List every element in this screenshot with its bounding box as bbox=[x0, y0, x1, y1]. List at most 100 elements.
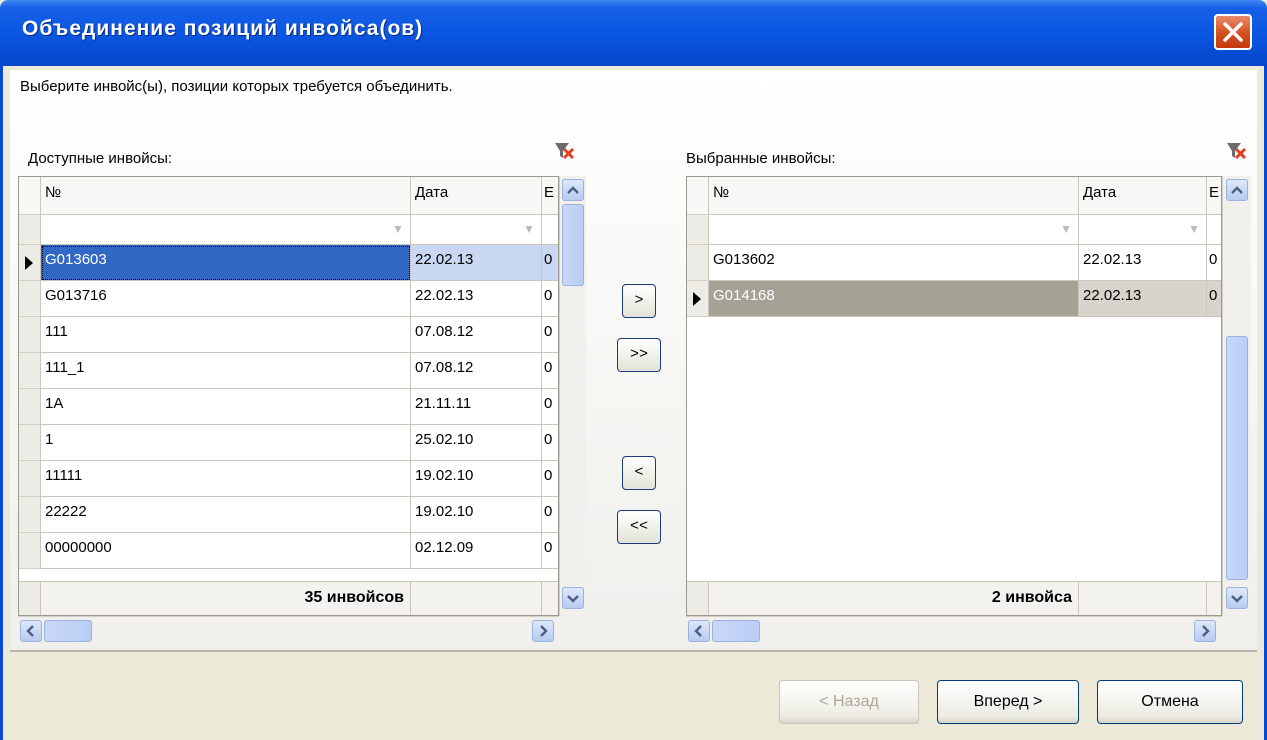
table-row-cell-number[interactable]: 22222 bbox=[41, 497, 411, 533]
scroll-left-button[interactable] bbox=[688, 620, 710, 642]
table-row-cell-number[interactable]: 111 bbox=[41, 317, 411, 353]
cancel-button[interactable]: Отмена bbox=[1097, 680, 1243, 724]
selected-vertical-scrollbar[interactable] bbox=[1222, 176, 1251, 616]
row-header-corner bbox=[19, 177, 41, 215]
table-row-cell-date[interactable]: 21.11.11 bbox=[411, 389, 542, 425]
table-row-cell-date[interactable]: 19.02.10 bbox=[411, 497, 542, 533]
table-row-cell-number[interactable]: G013603 bbox=[41, 245, 411, 281]
scroll-down-button[interactable] bbox=[1226, 587, 1248, 609]
chevron-down-icon: ▼ bbox=[523, 222, 535, 236]
table-row-cell-date[interactable]: 02.12.09 bbox=[411, 533, 542, 569]
filter-row-header bbox=[19, 215, 41, 245]
row-header[interactable] bbox=[19, 389, 41, 425]
table-row-cell-extra[interactable]: 0 bbox=[1207, 281, 1221, 317]
row-header[interactable] bbox=[19, 461, 41, 497]
close-button[interactable] bbox=[1214, 14, 1252, 50]
add-one-button[interactable]: > bbox=[622, 284, 656, 318]
scroll-thumb[interactable] bbox=[44, 620, 92, 642]
column-header-number[interactable]: № bbox=[709, 177, 1079, 215]
table-row-cell-extra[interactable]: 0 bbox=[542, 245, 558, 281]
column-header-date[interactable]: Дата bbox=[411, 177, 542, 215]
chevron-right-icon bbox=[1202, 625, 1210, 637]
row-header-corner bbox=[687, 177, 709, 215]
row-header[interactable] bbox=[19, 425, 41, 461]
table-row-cell-extra[interactable]: 0 bbox=[542, 497, 558, 533]
row-header[interactable] bbox=[19, 281, 41, 317]
add-all-button[interactable]: >> bbox=[617, 338, 661, 372]
clear-filter-icon[interactable] bbox=[1225, 140, 1247, 162]
clear-filter-icon[interactable] bbox=[553, 140, 575, 162]
table-row-cell-date[interactable]: 25.02.10 bbox=[411, 425, 542, 461]
table-row-cell-date[interactable]: 07.08.12 bbox=[411, 317, 542, 353]
filter-extra[interactable] bbox=[542, 215, 558, 245]
filter-date[interactable]: ▼ bbox=[1079, 215, 1207, 245]
remove-one-button[interactable]: < bbox=[622, 456, 656, 490]
table-row-cell-extra[interactable]: 0 bbox=[542, 425, 558, 461]
column-header-extra[interactable]: E bbox=[542, 177, 558, 215]
filter-number[interactable]: ▼ bbox=[41, 215, 411, 245]
table-row-cell-number[interactable]: G013716 bbox=[41, 281, 411, 317]
table-row-cell-date[interactable]: 22.02.13 bbox=[1079, 245, 1207, 281]
selected-invoices-grid: № Дата E ▼ ▼ G013602 22.02.13 0 G014168 … bbox=[686, 176, 1222, 616]
title-bar: Объединение позиций инвойса(ов) bbox=[0, 0, 1267, 66]
chevron-left-icon bbox=[26, 625, 34, 637]
column-header-date[interactable]: Дата bbox=[1079, 177, 1207, 215]
row-header[interactable] bbox=[19, 317, 41, 353]
back-button[interactable]: < Назад bbox=[779, 680, 919, 724]
table-row-cell-number[interactable]: 11111 bbox=[41, 461, 411, 497]
close-icon bbox=[1223, 22, 1243, 42]
selected-horizontal-scrollbar[interactable] bbox=[686, 616, 1222, 644]
table-row-cell-number[interactable]: 1A bbox=[41, 389, 411, 425]
footer-date bbox=[1079, 582, 1207, 615]
filter-date[interactable]: ▼ bbox=[411, 215, 542, 245]
table-row-cell-extra[interactable]: 0 bbox=[542, 281, 558, 317]
table-row-cell-number[interactable]: G014168 bbox=[709, 281, 1079, 317]
table-row-cell-extra[interactable]: 0 bbox=[542, 461, 558, 497]
scroll-up-button[interactable] bbox=[562, 179, 584, 201]
table-row-cell-date[interactable]: 19.02.10 bbox=[411, 461, 542, 497]
chevron-down-icon: ▼ bbox=[1188, 222, 1200, 236]
row-header[interactable] bbox=[19, 353, 41, 389]
remove-all-button[interactable]: << bbox=[617, 510, 661, 544]
scroll-right-button[interactable] bbox=[1194, 620, 1216, 642]
table-row-cell-date[interactable]: 22.02.13 bbox=[411, 245, 542, 281]
row-header[interactable] bbox=[19, 245, 41, 281]
window-title: Объединение позиций инвойса(ов) bbox=[22, 17, 424, 40]
footer-invoice-count: 35 инвойсов bbox=[41, 582, 411, 615]
row-header[interactable] bbox=[19, 533, 41, 569]
column-header-extra[interactable]: E bbox=[1207, 177, 1221, 215]
chevron-down-icon bbox=[1231, 595, 1243, 603]
available-invoices-label: Доступные инвойсы: bbox=[28, 150, 173, 167]
table-row-cell-number[interactable]: 111_1 bbox=[41, 353, 411, 389]
row-header[interactable] bbox=[687, 281, 709, 317]
scroll-right-button[interactable] bbox=[532, 620, 554, 642]
available-vertical-scrollbar[interactable] bbox=[559, 176, 586, 616]
next-button[interactable]: Вперед > bbox=[937, 680, 1079, 724]
scroll-down-button[interactable] bbox=[562, 587, 584, 609]
table-row-cell-extra[interactable]: 0 bbox=[542, 317, 558, 353]
table-row-cell-extra[interactable]: 0 bbox=[542, 353, 558, 389]
column-header-number[interactable]: № bbox=[41, 177, 411, 215]
table-row-cell-number[interactable]: G013602 bbox=[709, 245, 1079, 281]
table-row-cell-date[interactable]: 07.08.12 bbox=[411, 353, 542, 389]
filter-number[interactable]: ▼ bbox=[709, 215, 1079, 245]
table-row-cell-date[interactable]: 22.02.13 bbox=[411, 281, 542, 317]
table-row-cell-number[interactable]: 00000000 bbox=[41, 533, 411, 569]
row-header[interactable] bbox=[19, 497, 41, 533]
instruction-text: Выберите инвойс(ы), позиции которых треб… bbox=[20, 78, 453, 95]
table-row-cell-extra[interactable]: 0 bbox=[542, 533, 558, 569]
table-row-cell-extra[interactable]: 0 bbox=[542, 389, 558, 425]
table-row-cell-extra[interactable]: 0 bbox=[1207, 245, 1221, 281]
scroll-thumb[interactable] bbox=[712, 620, 760, 642]
scroll-left-button[interactable] bbox=[20, 620, 42, 642]
available-horizontal-scrollbar[interactable] bbox=[18, 616, 559, 644]
table-row-cell-date[interactable]: 22.02.13 bbox=[1079, 281, 1207, 317]
row-header[interactable] bbox=[687, 245, 709, 281]
filter-extra[interactable] bbox=[1207, 215, 1221, 245]
scroll-thumb[interactable] bbox=[562, 204, 584, 286]
table-row-cell-number[interactable]: 1 bbox=[41, 425, 411, 461]
scroll-up-button[interactable] bbox=[1226, 179, 1248, 201]
scroll-thumb[interactable] bbox=[1226, 336, 1248, 580]
grid-footer: 2 инвойса bbox=[687, 581, 1221, 615]
filter-row-header bbox=[687, 215, 709, 245]
